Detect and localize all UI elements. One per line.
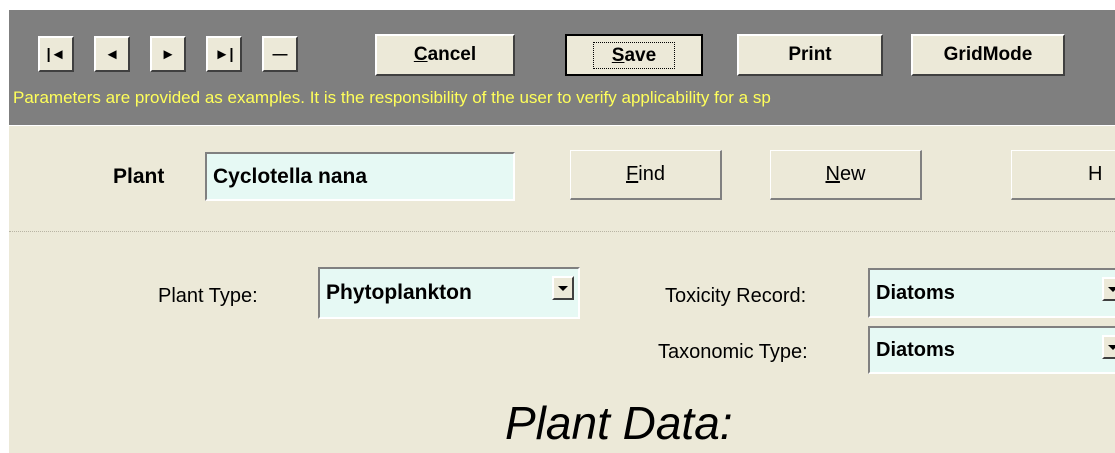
plant-form-window: |◄ ◄ ► ►| — Cancel Save Print GridMode P… bbox=[9, 10, 1115, 453]
taxonomic-type-label: Taxonomic Type: bbox=[658, 341, 808, 363]
chevron-down-icon bbox=[558, 285, 568, 291]
plant-name-field[interactable]: Cyclotella nana bbox=[205, 152, 515, 201]
plant-type-label: Plant Type: bbox=[158, 285, 258, 307]
chevron-down-icon bbox=[1108, 344, 1115, 350]
chevron-down-icon bbox=[1108, 286, 1115, 292]
taxonomic-type-value: Diatoms bbox=[876, 338, 955, 361]
plant-type-select[interactable]: Phytoplankton bbox=[318, 267, 580, 319]
delete-record-button[interactable]: — bbox=[262, 36, 298, 72]
toolbar: |◄ ◄ ► ►| — Cancel Save Print GridMode P… bbox=[9, 10, 1115, 125]
last-record-icon: ►| bbox=[214, 45, 234, 63]
cancel-button-label: Cancel bbox=[413, 44, 477, 65]
new-button[interactable]: New bbox=[770, 150, 922, 200]
gridmode-button[interactable]: GridMode bbox=[911, 34, 1065, 76]
next-record-button[interactable]: ► bbox=[150, 36, 186, 72]
previous-record-icon: ◄ bbox=[104, 45, 120, 63]
toxicity-record-value: Diatoms bbox=[876, 281, 955, 304]
record-header: Plant Cyclotella nana Find New H bbox=[9, 125, 1115, 232]
print-button-label: Print bbox=[788, 44, 832, 65]
toxicity-dropdown-button[interactable] bbox=[1102, 277, 1115, 301]
first-record-button[interactable]: |◄ bbox=[38, 36, 74, 72]
find-button-label: Find bbox=[626, 163, 665, 185]
toxicity-record-select[interactable]: Diatoms bbox=[868, 268, 1115, 318]
last-record-button[interactable]: ►| bbox=[206, 36, 242, 72]
gridmode-button-label: GridMode bbox=[943, 44, 1033, 65]
toxicity-record-label: Toxicity Record: bbox=[665, 285, 807, 307]
help-button[interactable]: H bbox=[1011, 150, 1115, 200]
previous-record-button[interactable]: ◄ bbox=[94, 36, 130, 72]
plant-type-dropdown-button[interactable] bbox=[552, 276, 574, 300]
save-button-label: Save bbox=[592, 41, 676, 69]
cancel-button[interactable]: Cancel bbox=[375, 34, 515, 76]
save-button[interactable]: Save bbox=[565, 34, 703, 76]
find-button[interactable]: Find bbox=[570, 150, 722, 200]
next-record-icon: ► bbox=[160, 45, 176, 63]
plant-label: Plant bbox=[113, 165, 165, 188]
taxonomic-type-select[interactable]: Diatoms bbox=[868, 326, 1115, 374]
help-button-label: H bbox=[1088, 163, 1103, 185]
taxonomic-dropdown-button[interactable] bbox=[1102, 335, 1115, 359]
plant-data-heading: Plant Data: bbox=[505, 397, 733, 449]
plant-type-value: Phytoplankton bbox=[326, 281, 472, 304]
disclaimer-text: Parameters are provided as examples. It … bbox=[13, 88, 771, 107]
delete-record-icon: — bbox=[272, 45, 288, 63]
print-button[interactable]: Print bbox=[737, 34, 883, 76]
new-button-label: New bbox=[825, 163, 866, 185]
first-record-icon: |◄ bbox=[46, 45, 66, 63]
